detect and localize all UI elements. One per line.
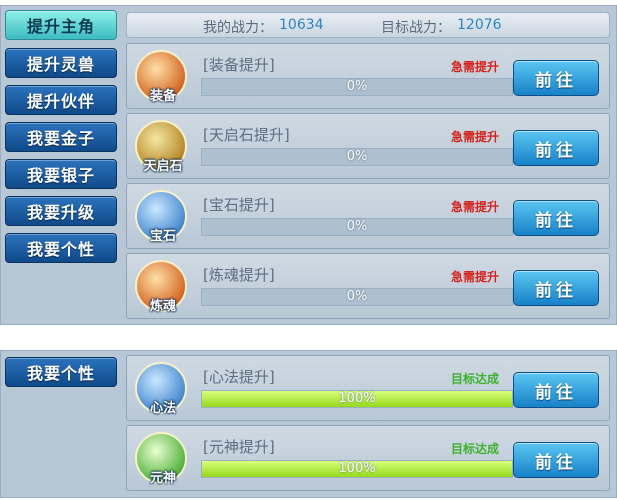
- tab-want-style[interactable]: 我要个性: [5, 233, 117, 263]
- progress-text: 100%: [338, 461, 376, 476]
- power-bar: 我的战力： 10634 目标战力： 12076: [126, 12, 610, 38]
- status-urgent: 急需提升: [450, 200, 499, 214]
- go-button[interactable]: 前往: [513, 130, 599, 166]
- sidebar-top: 提升主角 提升灵兽 提升伙伴 我要金子 我要银子 我要升级 我要个性: [1, 6, 121, 324]
- row-title: [天启石提升]: [203, 126, 290, 144]
- progress-bar: 0%: [201, 218, 513, 236]
- progress-bar: 100%: [201, 460, 513, 478]
- target-power-value: 12076: [457, 17, 502, 33]
- progress-text: 0%: [346, 289, 368, 304]
- tab-want-gold[interactable]: 我要金子: [5, 122, 117, 152]
- row-title: [宝石提升]: [203, 196, 275, 214]
- equipment-icon: 装备: [135, 50, 187, 104]
- tab-want-levelup[interactable]: 我要升级: [5, 196, 117, 226]
- mind-method-icon: 心法: [135, 362, 187, 416]
- tianqi-stone-icon: 天启石: [135, 120, 187, 174]
- icon-caption: 心法: [149, 401, 176, 416]
- progress-bar: 0%: [201, 288, 513, 306]
- upgrade-row-equipment: 装备 [装备提升] 急需提升 0% 前往: [126, 43, 610, 109]
- status-done: 目标达成: [450, 442, 499, 456]
- tab-want-silver[interactable]: 我要银子: [5, 159, 117, 189]
- primal-spirit-icon: 元神: [135, 432, 187, 486]
- progress-bar: 0%: [201, 148, 513, 166]
- row-title: [炼魂提升]: [203, 266, 275, 284]
- tab-want-style[interactable]: 我要个性: [5, 357, 117, 387]
- tab-upgrade-protagonist[interactable]: 提升主角: [5, 10, 117, 40]
- sidebar-bottom: 我要个性: [1, 351, 121, 497]
- tab-upgrade-pet[interactable]: 提升灵兽: [5, 48, 117, 78]
- status-urgent: 急需提升: [450, 130, 499, 144]
- icon-caption: 炼魂: [149, 299, 176, 314]
- upgrade-row-gem: 宝石 [宝石提升] 急需提升 0% 前往: [126, 183, 610, 249]
- top-panel: 提升主角 提升灵兽 提升伙伴 我要金子 我要银子 我要升级 我要个性 我的战力：…: [0, 5, 617, 325]
- tab-upgrade-partner[interactable]: 提升伙伴: [5, 85, 117, 115]
- row-title: [元神提升]: [203, 438, 275, 456]
- row-title: [装备提升]: [203, 56, 275, 74]
- icon-caption: 宝石: [149, 229, 176, 244]
- icon-caption: 元神: [149, 471, 176, 486]
- icon-caption: 装备: [149, 89, 176, 104]
- progress-bar: 100%: [201, 390, 513, 408]
- go-button[interactable]: 前往: [513, 372, 599, 408]
- my-power-value: 10634: [279, 17, 324, 33]
- go-button[interactable]: 前往: [513, 270, 599, 306]
- upgrade-row-mind-method: 心法 [心法提升] 目标达成 100% 前往: [126, 355, 610, 421]
- upgrade-row-soul-refine: 炼魂 [炼魂提升] 急需提升 0% 前往: [126, 253, 610, 319]
- gem-icon: 宝石: [135, 190, 187, 244]
- status-done: 目标达成: [450, 372, 499, 386]
- progress-text: 0%: [346, 149, 368, 164]
- status-urgent: 急需提升: [450, 60, 499, 74]
- upgrade-row-primal-spirit: 元神 [元神提升] 目标达成 100% 前往: [126, 425, 610, 491]
- status-urgent: 急需提升: [450, 270, 499, 284]
- go-button[interactable]: 前往: [513, 442, 599, 478]
- icon-caption: 天启石: [143, 159, 183, 174]
- target-power-label: 目标战力：: [381, 20, 451, 36]
- progress-text: 100%: [338, 391, 376, 406]
- bottom-panel: 我要个性 心法 [心法提升] 目标达成 100% 前往 元神 [元神提升] 目标…: [0, 350, 617, 498]
- my-power-label: 我的战力：: [203, 20, 273, 36]
- progress-bar: 0%: [201, 78, 513, 96]
- progress-text: 0%: [346, 219, 368, 234]
- upgrade-row-tianqi-stone: 天启石 [天启石提升] 急需提升 0% 前往: [126, 113, 610, 179]
- soul-refine-icon: 炼魂: [135, 260, 187, 314]
- row-title: [心法提升]: [203, 368, 275, 386]
- progress-text: 0%: [346, 79, 368, 94]
- go-button[interactable]: 前往: [513, 200, 599, 236]
- go-button[interactable]: 前往: [513, 60, 599, 96]
